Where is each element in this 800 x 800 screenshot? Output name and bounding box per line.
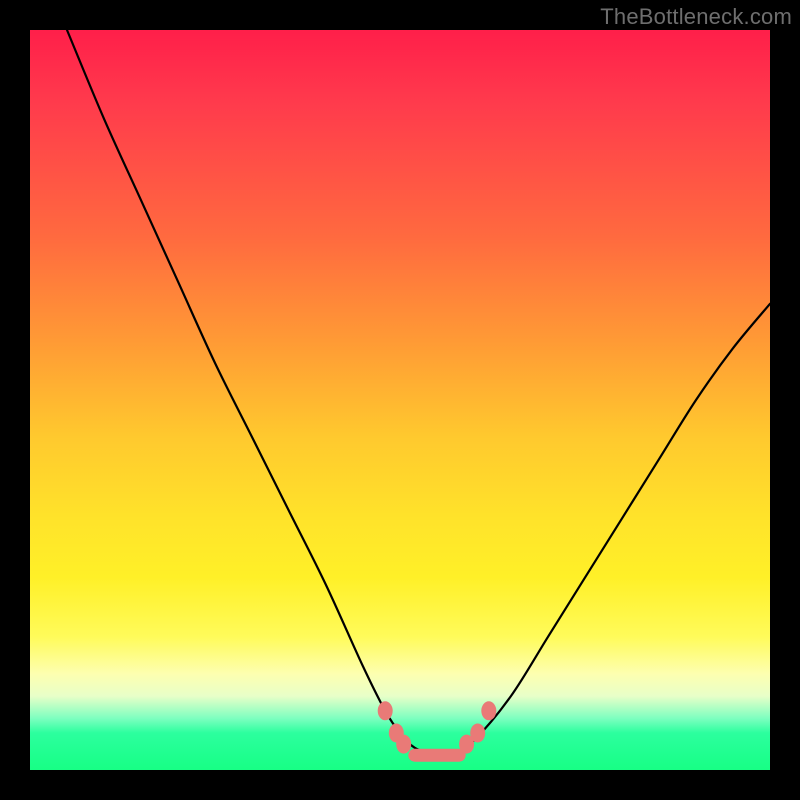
chart-stage: TheBottleneck.com [0,0,800,800]
watermark-text: TheBottleneck.com [600,4,792,30]
chart-svg [30,30,770,770]
plot-area [30,30,770,770]
curve-marker [396,735,411,754]
curve-marker [378,701,393,720]
bottleneck-curve [67,30,770,757]
curve-marker [481,701,496,720]
marker-group [378,701,497,753]
curve-marker [470,724,485,743]
